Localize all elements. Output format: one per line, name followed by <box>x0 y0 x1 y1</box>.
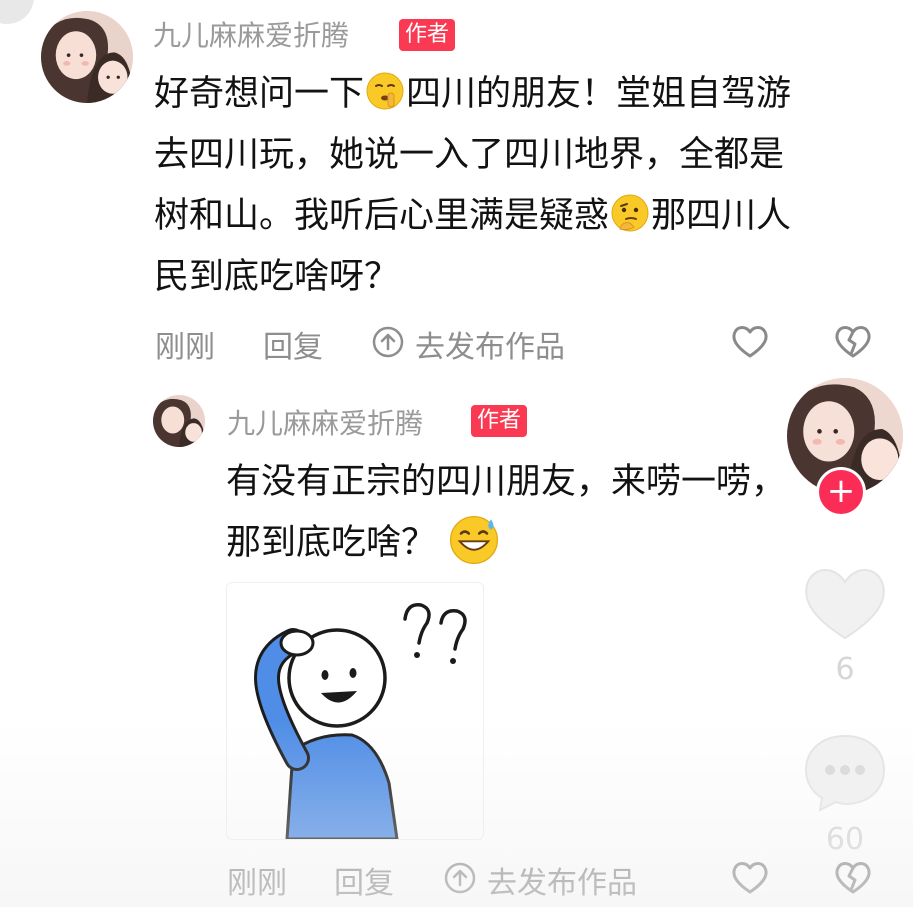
reply-username[interactable]: 九儿麻麻爱折腾 <box>227 402 423 442</box>
reply-text: 有没有正宗的四川朋友，来唠一唠， 那到底吃啥？ <box>226 452 826 574</box>
reply-reply-button[interactable]: 回复 <box>334 858 394 902</box>
arrow-up-circle-icon[interactable] <box>372 326 404 358</box>
comment-dislike-broken-heart-icon[interactable] <box>832 320 874 362</box>
reply-line-1: 有没有正宗的四川朋友，来唠一唠， <box>226 462 787 502</box>
reply-like-heart-icon[interactable] <box>729 856 771 898</box>
thinking-face-emoji <box>611 194 649 232</box>
video-comment-bubble-icon[interactable] <box>800 730 890 814</box>
comment-post-work-link[interactable]: 去发布作品 <box>415 322 565 366</box>
grinning-sweat-emoji <box>450 515 499 565</box>
follow-plus-button[interactable]: + <box>819 470 863 514</box>
comment-like-heart-icon[interactable] <box>729 320 771 362</box>
video-like-count: 6 <box>835 652 855 687</box>
author-badge: 作者 <box>399 19 456 51</box>
comment-reply-button[interactable]: 回复 <box>263 322 323 366</box>
comment-line-3: 树和山。我听后心里满是疑惑 那四川人 <box>154 186 874 247</box>
comment-line-2: 去四川玩，她说一入了四川地界，全都是 <box>154 135 785 175</box>
reply-post-work-link[interactable]: 去发布作品 <box>487 858 637 902</box>
commenter-avatar[interactable] <box>41 11 133 103</box>
reply-author-badge: 作者 <box>471 405 528 437</box>
confused-stickman-sticker[interactable] <box>226 582 484 840</box>
reply-avatar[interactable] <box>153 395 205 447</box>
comment-line-1: 好奇想问一下 四川的朋友！堂姐自驾游 <box>154 64 874 125</box>
commenter-username[interactable]: 九儿麻麻爱折腾 <box>153 14 349 54</box>
shushing-face-emoji <box>366 72 404 110</box>
reply-arrow-up-circle-icon[interactable] <box>444 862 476 894</box>
reply-line-2: 那到底吃啥？ <box>226 513 826 574</box>
comment-line-4: 民到底吃啥呀？ <box>154 257 400 297</box>
video-like-heart-icon[interactable] <box>800 560 890 644</box>
comment-time: 刚刚 <box>155 330 215 365</box>
reply-time: 刚刚 <box>227 866 287 901</box>
comment-text: 好奇想问一下 四川的朋友！堂姐自驾游 去四川玩，她说一入了四川地界，全都是 树和… <box>154 64 874 308</box>
reply-dislike-broken-heart-icon[interactable] <box>832 856 874 898</box>
corner-shape <box>0 0 34 24</box>
video-comment-count: 60 <box>825 822 865 857</box>
